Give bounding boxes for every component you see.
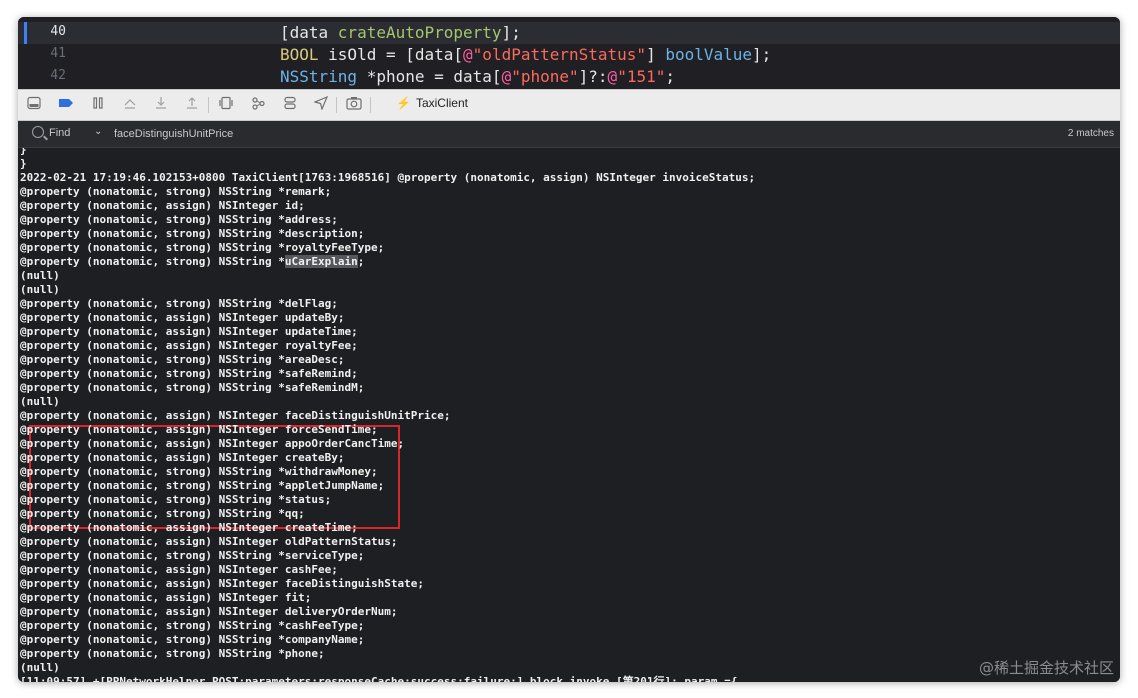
target-label: TaxiClient <box>415 96 468 110</box>
console-line: } <box>20 148 27 156</box>
search-highlight: uCarExplain <box>284 255 358 268</box>
console-line: @property (nonatomic, assign) NSInteger … <box>20 451 345 464</box>
xcode-window: 40 [data crateAutoProperty]; 41 BOOL isO… <box>18 17 1120 682</box>
code-token: [data <box>280 23 338 42</box>
code-token: @ <box>607 67 618 86</box>
target-selector[interactable]: ⚡ TaxiClient <box>396 96 468 110</box>
console-line: @property (nonatomic, assign) NSInteger … <box>20 521 358 534</box>
chevron-down-icon[interactable]: ⌄ <box>94 126 102 137</box>
code-token: ] <box>646 45 666 64</box>
code-token: ]?: <box>578 67 608 86</box>
code-token: "151" <box>617 67 666 86</box>
console-line: @property (nonatomic, assign) NSInteger … <box>20 311 345 324</box>
code-token: *phone = data[ <box>357 67 502 86</box>
console-line: @property (nonatomic, strong) NSString *… <box>20 507 305 520</box>
console-line: @property (nonatomic, assign) NSInteger … <box>20 339 358 352</box>
code-text: [data crateAutoProperty]; <box>280 23 521 42</box>
environment-icon[interactable] <box>282 96 298 112</box>
console-line: @property (nonatomic, assign) NSInteger … <box>20 409 451 422</box>
code-text: NSString *phone = data[@"phone"]?:@"151"… <box>280 67 675 86</box>
console-line: [11:09:57] +[PPNetworkHelper POST:parame… <box>20 675 738 682</box>
console-line: @property (nonatomic, assign) NSInteger … <box>20 423 378 436</box>
step-into-icon[interactable] <box>153 96 169 112</box>
console-output[interactable]: }} 2022-02-21 17:19:46.102153+0800 TaxiCl… <box>18 148 1120 682</box>
console-line: @property (nonatomic, strong) NSString *… <box>20 647 325 660</box>
view-hierarchy-icon[interactable] <box>218 96 234 112</box>
watermark: @稀土掘金技术社区 <box>978 659 1114 677</box>
pause-icon[interactable] <box>90 96 106 112</box>
memory-graph-icon[interactable] <box>250 96 266 112</box>
code-token: @ <box>463 45 473 64</box>
find-mode-label[interactable]: Find <box>49 127 70 139</box>
console-line: @property (nonatomic, strong) NSString *… <box>20 185 332 198</box>
code-token: ]; <box>752 45 772 64</box>
hide-console-icon[interactable] <box>26 96 42 112</box>
step-over-icon[interactable] <box>122 96 138 112</box>
line-number: 42 <box>50 68 66 83</box>
location-icon[interactable] <box>313 95 329 112</box>
code-token: isOld = [data[ <box>318 45 464 64</box>
debug-toolbar: ⚡ TaxiClient <box>18 89 1120 121</box>
code-token: NSString <box>280 67 358 86</box>
console-line: @property (nonatomic, strong) NSString *… <box>20 367 358 380</box>
breakpoints-icon[interactable] <box>58 96 74 112</box>
code-token: ; <box>665 67 675 86</box>
code-line[interactable]: 41 BOOL isOld = [data[@"oldPatternStatus… <box>18 44 1120 66</box>
camera-icon[interactable] <box>346 96 362 112</box>
code-token: BOOL <box>280 45 319 64</box>
console-line: @property (nonatomic, strong) NSString *… <box>20 241 385 254</box>
console-line: (null) <box>20 269 60 282</box>
find-input[interactable] <box>114 124 814 143</box>
code-token: boolValue <box>665 45 753 64</box>
match-count: 2 matches <box>1067 128 1114 139</box>
code-line[interactable]: 42 NSString *phone = data[@"phone"]?:@"1… <box>18 66 1120 88</box>
console-line: @property (nonatomic, strong) NSString *… <box>20 465 378 478</box>
console-find-bar: Find ⌄ 2 matches <box>18 121 1120 148</box>
console-line: @property (nonatomic, assign) NSInteger … <box>20 605 398 618</box>
code-editor[interactable]: 40 [data crateAutoProperty]; 41 BOOL isO… <box>18 17 1120 89</box>
current-line-indicator <box>24 22 27 44</box>
console-line: @property (nonatomic, assign) NSInteger … <box>20 535 398 548</box>
console-line: (null) <box>20 661 60 674</box>
console-line: @property (nonatomic, strong) NSString *… <box>20 493 332 506</box>
code-line[interactable]: 40 [data crateAutoProperty]; <box>18 22 1120 44</box>
console-line: @property (nonatomic, assign) NSInteger … <box>20 591 312 604</box>
console-line: @property (nonatomic, strong) NSString *… <box>20 297 338 310</box>
code-token: "oldPatternStatus" <box>472 45 647 64</box>
code-token: crateAutoProperty <box>337 23 502 42</box>
console-line: (null) <box>20 283 60 296</box>
code-token: ]; <box>501 23 521 42</box>
code-token: "phone" <box>511 67 579 86</box>
console-line: (null) <box>20 395 60 408</box>
step-out-icon[interactable] <box>184 96 200 112</box>
search-icon[interactable] <box>32 126 44 138</box>
swift-target-icon: ⚡ <box>396 96 411 110</box>
console-line: @property (nonatomic, assign) NSInteger … <box>20 577 424 590</box>
console-line: @property (nonatomic, strong) NSString *… <box>20 633 365 646</box>
console-line: @property (nonatomic, strong) NSString *… <box>20 213 338 226</box>
console-line: @property (nonatomic, assign) NSInteger … <box>20 199 305 212</box>
code-text: BOOL isOld = [data[@"oldPatternStatus"] … <box>280 45 771 64</box>
console-line: } <box>20 157 27 170</box>
console-line: @property (nonatomic, strong) NSString *… <box>20 227 365 240</box>
console-line: @property (nonatomic, assign) NSInteger … <box>20 325 358 338</box>
line-number: 40 <box>50 24 66 39</box>
console-line: @property (nonatomic, strong) NSString *… <box>20 549 365 562</box>
console-line: @property (nonatomic, strong) NSString *… <box>20 619 365 632</box>
console-line: @property (nonatomic, strong) NSString *… <box>20 381 365 394</box>
console-line: @property (nonatomic, strong) NSString *… <box>20 353 345 366</box>
console-line: @property (nonatomic, assign) NSInteger … <box>20 563 338 576</box>
console-line: 2022-02-21 17:19:46.102153+0800 TaxiClie… <box>20 171 756 184</box>
line-number: 41 <box>50 46 66 61</box>
console-line: @property (nonatomic, strong) NSString *… <box>20 479 385 492</box>
console-line: @property (nonatomic, strong) NSString *… <box>20 255 365 268</box>
console-line: @property (nonatomic, assign) NSInteger … <box>20 437 405 450</box>
code-token: @ <box>501 67 512 86</box>
